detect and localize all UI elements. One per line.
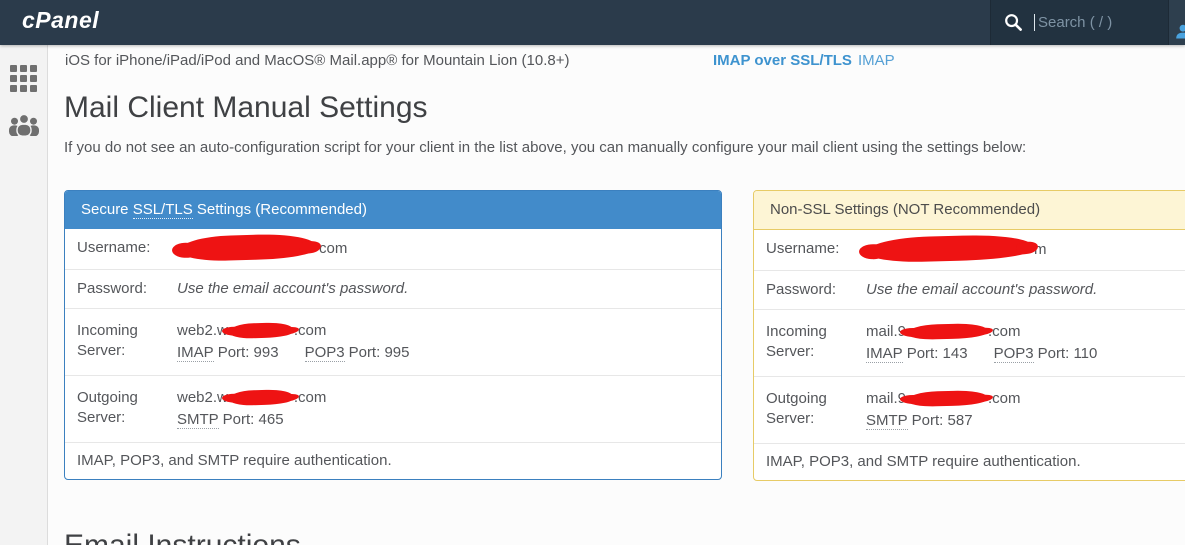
smtp-abbr: SMTP (866, 412, 908, 430)
password-value: Use the email account's password. (866, 280, 1185, 300)
search-box[interactable] (990, 0, 1168, 45)
imap-port-value: Port: 143 (907, 345, 968, 362)
table-row-username: Username: com (65, 229, 721, 269)
ssl-panel-title-prefix: Secure (81, 201, 133, 218)
username-value: m (866, 239, 1185, 261)
ssl-panel-header: Secure SSL/TLS Settings (Recommended) (65, 191, 721, 229)
host-prefix: web2.w (177, 389, 228, 406)
outgoing-server-value: web2.w .com SMTPPort: 465 (177, 388, 721, 430)
table-row-incoming-server: Incoming Server: mail.9.com IMAPPort: 14… (754, 309, 1185, 376)
pop3-abbr: POP3 (305, 344, 345, 362)
search-icon (1004, 13, 1023, 32)
left-sidebar (0, 45, 48, 545)
incoming-host: mail.9.com (866, 322, 1185, 342)
smtp-abbr: SMTP (177, 411, 219, 429)
page-title: Mail Client Manual Settings (64, 89, 428, 127)
redaction-scribble (907, 389, 987, 406)
password-label: Password: (754, 280, 866, 300)
table-row-username: Username: m (754, 230, 1185, 270)
client-list-row: iOS for iPhone/iPad/iPod and MacOS® Mail… (48, 52, 1185, 74)
table-row-incoming-server: Incoming Server: web2.w.com IMAPPort: 99… (65, 308, 721, 375)
cpanel-logo[interactable]: cPanel (22, 7, 99, 34)
table-row-password: Password: Use the email account's passwo… (754, 270, 1185, 309)
incoming-server-value: web2.w .com IMAPPort: 993 POP3Port: 995 (177, 321, 721, 363)
outgoing-ports: SMTPPort: 465 (177, 410, 713, 430)
pop3-port-value: Port: 110 (1038, 345, 1098, 362)
host-suffix: .com (988, 323, 1021, 340)
password-value: Use the email account's password. (177, 279, 721, 299)
table-row-outgoing-server: Outgoing Server: web2.w .com SMTPPort: 46… (65, 375, 721, 442)
host-suffix: .com (294, 389, 327, 406)
username-visible-text: com (319, 240, 347, 257)
imap-port-value: Port: 993 (218, 344, 279, 361)
outgoing-ports: SMTPPort: 587 (866, 411, 1185, 431)
incoming-host: web2.w .com (177, 321, 713, 341)
pop3-port-value: Port: 995 (349, 344, 410, 361)
page-subtitle: If you do not see an auto-configuration … (64, 139, 1026, 156)
table-row-outgoing-server: Outgoing Server: mail.9.com SMTPPort: 58… (754, 376, 1185, 443)
main-content: iOS for iPhone/iPad/iPod and MacOS® Mail… (48, 45, 1185, 545)
ssl-panel-footer: IMAP, POP3, and SMTP require authenticat… (65, 442, 721, 479)
incoming-server-label: Incoming Server: (65, 321, 177, 363)
users-icon[interactable] (8, 113, 40, 136)
imap-over-ssl-link[interactable]: IMAP over SSL/TLS (713, 52, 852, 69)
redaction-scribble (866, 234, 1033, 264)
email-instructions-heading: Email Instructions (64, 528, 301, 545)
nonssl-settings-panel: Non-SSL Settings (NOT Recommended) Usern… (753, 190, 1185, 481)
ssl-tls-abbr: SSL/TLS (133, 201, 193, 219)
outgoing-host: mail.9.com (866, 389, 1185, 409)
outgoing-host: web2.w .com (177, 388, 713, 408)
top-navbar: cPanel (0, 0, 1185, 45)
pop3-abbr: POP3 (994, 345, 1034, 363)
host-suffix: .com (988, 390, 1021, 407)
host-suffix: .com (294, 322, 327, 339)
nonssl-panel-footer: IMAP, POP3, and SMTP require authenticat… (754, 443, 1185, 480)
user-icon[interactable] (1175, 24, 1185, 39)
grid-home-icon[interactable] (10, 65, 37, 92)
smtp-port-value: Port: 465 (223, 411, 284, 428)
imap-abbr: IMAP (866, 345, 903, 363)
navbar-right-segment (1168, 0, 1185, 45)
search-input[interactable] (1036, 14, 1166, 31)
ssl-panel-title-suffix: Settings (Recommended) (193, 201, 367, 218)
ssl-settings-panel: Secure SSL/TLS Settings (Recommended) Us… (64, 190, 722, 480)
redaction-scribble (229, 389, 293, 406)
outgoing-server-value: mail.9.com SMTPPort: 587 (866, 389, 1185, 431)
imap-abbr: IMAP (177, 344, 214, 362)
username-label: Username: (754, 239, 866, 261)
username-value: com (177, 238, 721, 260)
table-row-password: Password: Use the email account's passwo… (65, 269, 721, 308)
incoming-server-value: mail.9.com IMAPPort: 143 POP3Port: 110 (866, 322, 1185, 364)
redaction-scribble (179, 233, 316, 262)
host-prefix: web2.w (177, 322, 228, 339)
nonssl-panel-header: Non-SSL Settings (NOT Recommended) (754, 191, 1185, 230)
incoming-ports: IMAPPort: 993 POP3Port: 995 (177, 343, 713, 363)
next-section-clip: Email Instructions (64, 528, 301, 545)
username-label: Username: (65, 238, 177, 260)
outgoing-server-label: Outgoing Server: (65, 388, 177, 430)
outgoing-server-label: Outgoing Server: (754, 389, 866, 431)
imap-link[interactable]: IMAP (858, 52, 895, 69)
redaction-scribble (907, 322, 987, 339)
text-caret (1034, 14, 1035, 31)
redaction-scribble (229, 322, 293, 339)
client-row-label: iOS for iPhone/iPad/iPod and MacOS® Mail… (65, 52, 569, 69)
smtp-port-value: Port: 587 (912, 412, 973, 429)
password-label: Password: (65, 279, 177, 299)
incoming-ports: IMAPPort: 143 POP3Port: 110 (866, 344, 1185, 364)
incoming-server-label: Incoming Server: (754, 322, 866, 364)
